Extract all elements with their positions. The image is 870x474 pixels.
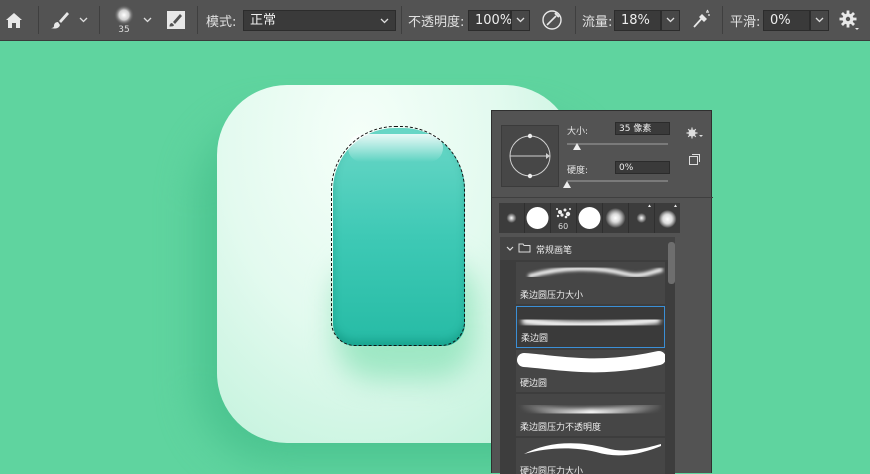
- airbrush-button[interactable]: [690, 0, 714, 40]
- gear-icon: [839, 10, 859, 30]
- folder-icon: [518, 243, 531, 253]
- brush-preset-panel: 大小: 35 像素 硬度: 0% 60 常规画笔 柔边圆压力大小 柔边圆 硬边圆…: [491, 110, 713, 474]
- recent-brushes-row: 60: [499, 203, 680, 233]
- opacity-label: 不透明度:: [408, 14, 465, 30]
- brush-preset-name: 柔边圆: [521, 334, 549, 344]
- brush-stroke-preview: [522, 402, 660, 417]
- brush-size-readout: 35: [118, 25, 130, 35]
- panel-divider: [492, 197, 713, 198]
- brush-group-name: 常规画笔: [536, 246, 573, 256]
- smoothing-value: 0%: [770, 13, 791, 28]
- opacity-dropdown[interactable]: [511, 10, 530, 31]
- toolbar-divider: [99, 6, 100, 34]
- opacity-input[interactable]: 100%: [468, 10, 513, 31]
- home-button[interactable]: [5, 0, 23, 40]
- new-preset-icon: [689, 154, 700, 165]
- flow-label: 流量:: [582, 14, 613, 30]
- new-preset-button[interactable]: [688, 151, 700, 165]
- preset-list-scrollbar[interactable]: [668, 242, 675, 284]
- options-toolbar: 35 模式: 正常 不透明度: 100% 流量: 18% 平滑: 0%: [0, 0, 870, 41]
- recent-brush[interactable]: [655, 203, 680, 233]
- size-value: 35 像素: [619, 124, 652, 134]
- brush-preset-item[interactable]: 柔边圆压力不透明度: [516, 394, 665, 436]
- pressure-opacity-button[interactable]: [541, 0, 565, 40]
- brush-preset-name: 柔边圆压力不透明度: [520, 423, 602, 433]
- toolbar-divider: [197, 6, 198, 34]
- toolbar-divider: [575, 6, 576, 34]
- home-icon: [6, 12, 22, 28]
- recent-brush[interactable]: [603, 203, 629, 233]
- size-input[interactable]: 35 像素: [615, 122, 670, 135]
- recent-brush[interactable]: [577, 203, 603, 233]
- chevron-down-icon: [506, 246, 514, 251]
- brush-preset-name: 柔边圆压力大小: [520, 291, 584, 301]
- hardness-input[interactable]: 0%: [615, 161, 670, 174]
- flow-value: 18%: [621, 13, 650, 28]
- brush-angle-icon: [509, 133, 551, 179]
- recent-brush-size: 60: [558, 222, 569, 231]
- selection-marquee[interactable]: [331, 126, 465, 346]
- toolbar-divider: [38, 6, 39, 34]
- brush-group-header[interactable]: 常规画笔: [500, 237, 675, 260]
- smoothing-label: 平滑:: [730, 14, 761, 30]
- brush-settings-icon: [167, 11, 185, 29]
- panel-options-button[interactable]: [686, 124, 704, 139]
- size-slider-track[interactable]: [567, 143, 668, 145]
- brush-stroke-preview: [528, 266, 663, 278]
- brush-preset-item-selected[interactable]: 柔边圆: [516, 306, 665, 348]
- tool-preset-dropdown[interactable]: [79, 0, 89, 40]
- brush-preset-item[interactable]: 硬边圆: [516, 350, 666, 392]
- brush-stroke-preview: [524, 443, 661, 456]
- hardness-slider-thumb[interactable]: [563, 181, 571, 188]
- gear-icon: [686, 127, 703, 139]
- brush-stroke-preview: [517, 351, 666, 373]
- brush-preset-picker[interactable]: 35: [111, 0, 137, 40]
- recent-brush[interactable]: [629, 203, 655, 233]
- brush-preset-icon: [114, 5, 134, 25]
- size-slider-thumb[interactable]: [573, 143, 582, 150]
- chevron-down-icon: [666, 17, 675, 23]
- chevron-down-icon: [516, 17, 525, 23]
- chevron-down-icon: [380, 18, 389, 24]
- chevron-down-icon: [143, 17, 152, 23]
- chevron-down-icon: [815, 17, 824, 23]
- blend-mode-select[interactable]: 正常: [243, 10, 396, 31]
- brush-settings-button[interactable]: [166, 0, 188, 40]
- airbrush-icon: [693, 9, 710, 28]
- flow-input[interactable]: 18%: [614, 10, 661, 31]
- hardness-label: 硬度:: [567, 166, 589, 176]
- hardness-value: 0%: [619, 163, 634, 173]
- brush-tool-icon: [51, 12, 69, 29]
- recent-brush[interactable]: [499, 203, 525, 233]
- pressure-icon: [542, 10, 562, 30]
- opacity-value: 100%: [475, 13, 513, 28]
- brush-angle-preview[interactable]: [501, 125, 559, 187]
- flow-dropdown[interactable]: [661, 10, 680, 31]
- smoothing-input[interactable]: 0%: [763, 10, 810, 31]
- blend-mode-value: 正常: [250, 13, 277, 28]
- smoothing-dropdown[interactable]: [810, 10, 829, 31]
- brush-preset-item[interactable]: 硬边圆压力大小: [516, 438, 665, 474]
- brush-tool-button[interactable]: [50, 0, 72, 40]
- toolbar-divider: [722, 6, 723, 34]
- smoothing-options-button[interactable]: [838, 0, 862, 40]
- hardness-slider-track[interactable]: [567, 180, 668, 182]
- brush-preset-dropdown[interactable]: [143, 0, 153, 40]
- brush-preset-list: 常规画笔 柔边圆压力大小 柔边圆 硬边圆 柔边圆压力不透明度 硬边圆压力大小: [500, 237, 675, 474]
- brush-preset-item[interactable]: 柔边圆压力大小: [516, 262, 665, 304]
- toolbar-divider: [401, 6, 402, 34]
- brush-preset-name: 硬边圆: [520, 379, 548, 389]
- recent-brush[interactable]: [525, 203, 551, 233]
- size-label: 大小:: [567, 127, 589, 137]
- recent-brush[interactable]: 60: [551, 203, 577, 233]
- chevron-down-icon: [79, 17, 88, 23]
- mode-label: 模式:: [206, 14, 237, 30]
